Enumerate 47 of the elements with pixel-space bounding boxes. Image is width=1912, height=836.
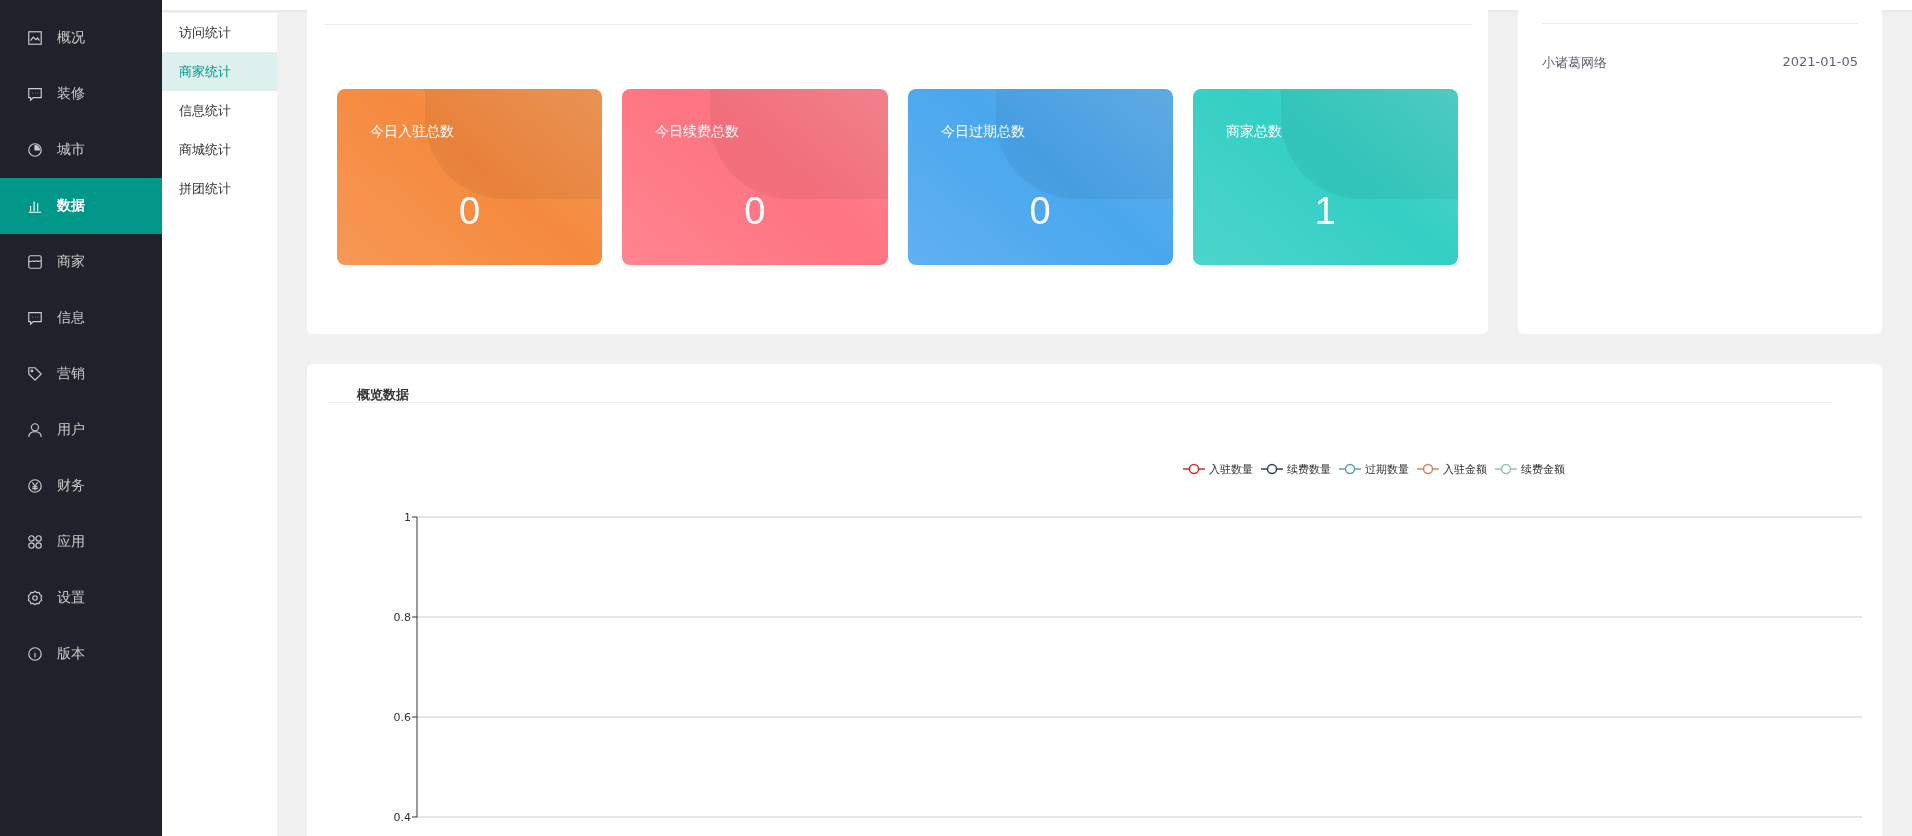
chat-bubble-icon (27, 86, 43, 102)
tag-icon (27, 366, 43, 382)
info-icon (27, 646, 43, 662)
sidebar-item[interactable]: 信息 (0, 290, 162, 346)
submenu-item[interactable]: 访问统计 (162, 13, 277, 52)
yen-icon (27, 478, 43, 494)
panel-title: 概览数据 (355, 386, 410, 402)
submenu-item[interactable]: 拼团统计 (162, 169, 277, 208)
sidebar-item[interactable]: 财务 (0, 458, 162, 514)
y-tick-label: 0.6 (393, 711, 411, 724)
sidebar-item[interactable]: 数据 (0, 178, 162, 234)
pie-chart-icon (27, 142, 43, 158)
legend-item[interactable]: 入驻金额 (1417, 461, 1487, 477)
join-date: 2021-01-05 (1782, 54, 1858, 71)
stat-label: 今日续费总数 (655, 123, 741, 141)
legend-item[interactable]: 续费数量 (1261, 461, 1331, 477)
stat-value: 0 (1029, 190, 1051, 233)
sidebar-item[interactable]: 概况 (0, 10, 162, 66)
sidebar-item[interactable]: 商家 (0, 234, 162, 290)
legend-item[interactable]: 过期数量 (1339, 461, 1409, 477)
sidebar-item[interactable]: 城市 (0, 122, 162, 178)
y-tick-label: 0.8 (393, 611, 411, 624)
user-icon (27, 422, 43, 438)
storefront-icon (27, 254, 43, 270)
sidebar-item[interactable]: 营销 (0, 346, 162, 402)
stat-value: 0 (744, 190, 766, 233)
stat-label: 今日过期总数 (940, 123, 1026, 141)
sidebar-item[interactable]: 版本 (0, 626, 162, 682)
legend-item[interactable]: 续费金额 (1495, 461, 1565, 477)
merchant-name: 小诸葛网络 (1542, 54, 1607, 72)
legend-item[interactable]: 入驻数量 (1183, 461, 1253, 477)
settings-icon (27, 590, 43, 606)
sidebar-item[interactable]: 用户 (0, 402, 162, 458)
y-tick-label: 1 (404, 511, 411, 524)
stat-value: 1 (1314, 190, 1336, 233)
stat-label: 今日入驻总数 (370, 123, 455, 141)
sidebar-item[interactable]: 装修 (0, 66, 162, 122)
stat-label: 商家总数 (1225, 123, 1283, 141)
image-frame-icon (27, 30, 43, 46)
chat-bubble-icon (27, 310, 43, 326)
stat-value: 0 (459, 190, 481, 233)
apps-icon (27, 534, 43, 550)
y-tick-label: 0.4 (393, 811, 411, 824)
submenu-item[interactable]: 信息统计 (162, 91, 277, 130)
submenu-item[interactable]: 商城统计 (162, 130, 277, 169)
sidebar-item[interactable]: 应用 (0, 514, 162, 570)
sidebar-item[interactable]: 设置 (0, 570, 162, 626)
